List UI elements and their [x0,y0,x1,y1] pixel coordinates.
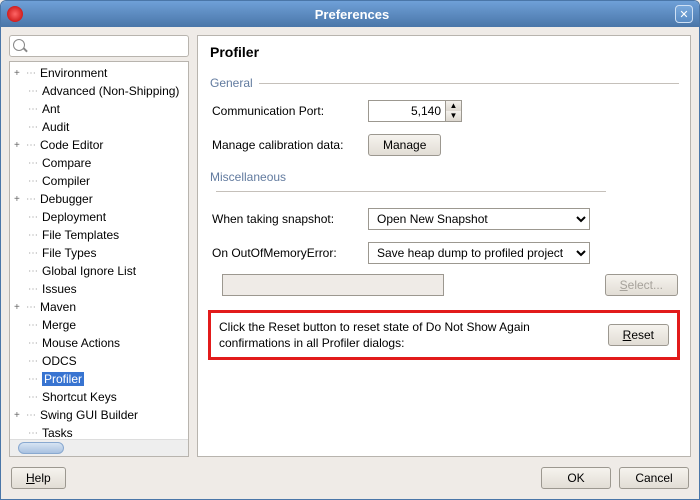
reset-button[interactable]: Reset [608,324,669,346]
tree-item-label: Audit [42,120,69,134]
tree-item-label: Maven [40,300,76,314]
tree-item-label: File Templates [42,228,119,242]
reset-message: Click the Reset button to reset state of… [219,319,598,351]
tree-item[interactable]: ⋯Advanced (Non-Shipping) [10,82,188,100]
spinner-up-icon[interactable]: ▲ [446,101,461,111]
search-field[interactable] [9,35,189,57]
expander-icon[interactable]: + [14,410,26,421]
spinner-down-icon[interactable]: ▼ [446,111,461,121]
tree-item[interactable]: +⋯Environment [10,64,188,82]
select-button: Select... [605,274,678,296]
cancel-button[interactable]: Cancel [619,467,689,489]
oom-label: On OutOfMemoryError: [212,246,358,260]
app-icon [7,6,23,22]
tree-item-label: Compare [42,156,91,170]
close-icon[interactable]: ✕ [675,5,693,23]
expander-icon[interactable]: + [14,302,26,313]
titlebar: Preferences ✕ [1,1,699,27]
tree-item-label: Shortcut Keys [42,390,117,404]
group-misc: Miscellaneous [210,170,680,198]
communication-port-label: Communication Port: [212,104,358,118]
tree-item[interactable]: ⋯Ant [10,100,188,118]
content-panel: Profiler General Communication Port: ▲ ▼… [197,35,691,457]
scrollbar-thumb[interactable] [18,442,64,454]
tree-item-label: File Types [42,246,96,260]
tree-item[interactable]: +⋯Code Editor [10,136,188,154]
category-tree: +⋯Environment⋯Advanced (Non-Shipping)⋯An… [9,61,189,457]
tree-item-label: Issues [42,282,77,296]
tree-item[interactable]: ⋯ODCS [10,352,188,370]
horizontal-scrollbar[interactable] [10,439,188,456]
tree-item-label: Ant [42,102,60,116]
help-button[interactable]: Help [11,467,66,489]
tree-item[interactable]: ⋯Audit [10,118,188,136]
tree-item-label: ODCS [42,354,77,368]
tree-scroll[interactable]: +⋯Environment⋯Advanced (Non-Shipping)⋯An… [10,62,188,439]
tree-item[interactable]: ⋯Deployment [10,208,188,226]
tree-item[interactable]: ⋯Mouse Actions [10,334,188,352]
tree-item[interactable]: ⋯Tasks [10,424,188,439]
sidebar: +⋯Environment⋯Advanced (Non-Shipping)⋯An… [9,35,189,457]
tree-item-label: Profiler [42,372,84,386]
tree-item-label: Swing GUI Builder [40,408,138,422]
preferences-window: Preferences ✕ +⋯Environment⋯Advanced (No… [0,0,700,500]
tree-item[interactable]: ⋯Global Ignore List [10,262,188,280]
communication-port-input[interactable] [368,100,446,122]
tree-item[interactable]: ⋯Compiler [10,172,188,190]
expander-icon[interactable]: + [14,194,26,205]
reset-section-highlight: Click the Reset button to reset state of… [208,310,680,360]
tree-item-label: Code Editor [40,138,103,152]
page-title: Profiler [210,44,680,60]
tree-item-label: Mouse Actions [42,336,120,350]
tree-item[interactable]: +⋯Maven [10,298,188,316]
snapshot-label: When taking snapshot: [212,212,358,226]
tree-item-label: Compiler [42,174,90,188]
group-general: General [210,76,680,90]
search-icon [13,39,25,51]
tree-item[interactable]: +⋯Swing GUI Builder [10,406,188,424]
search-input[interactable] [9,35,189,57]
window-title: Preferences [29,7,675,22]
path-input-disabled [222,274,444,296]
calibration-label: Manage calibration data: [212,138,358,152]
tree-item[interactable]: ⋯Shortcut Keys [10,388,188,406]
tree-item-label: Global Ignore List [42,264,136,278]
snapshot-select[interactable]: Open New Snapshot [368,208,590,230]
tree-item-label: Advanced (Non-Shipping) [42,84,179,98]
dialog-footer: Help OK Cancel [1,461,699,499]
expander-icon[interactable]: + [14,68,26,79]
manage-button[interactable]: Manage [368,134,441,156]
tree-item-label: Deployment [42,210,106,224]
tree-item[interactable]: ⋯Merge [10,316,188,334]
tree-item-label: Merge [42,318,76,332]
tree-item[interactable]: ⋯File Types [10,244,188,262]
tree-item-label: Environment [40,66,107,80]
tree-item[interactable]: ⋯Compare [10,154,188,172]
communication-port-field[interactable]: ▲ ▼ [368,100,462,122]
tree-item[interactable]: ⋯Profiler [10,370,188,388]
ok-button[interactable]: OK [541,467,611,489]
tree-item-label: Debugger [40,192,93,206]
tree-item[interactable]: ⋯File Templates [10,226,188,244]
tree-item[interactable]: +⋯Debugger [10,190,188,208]
tree-item-label: Tasks [42,426,73,439]
tree-item[interactable]: ⋯Issues [10,280,188,298]
expander-icon[interactable]: + [14,140,26,151]
oom-select[interactable]: Save heap dump to profiled project [368,242,590,264]
